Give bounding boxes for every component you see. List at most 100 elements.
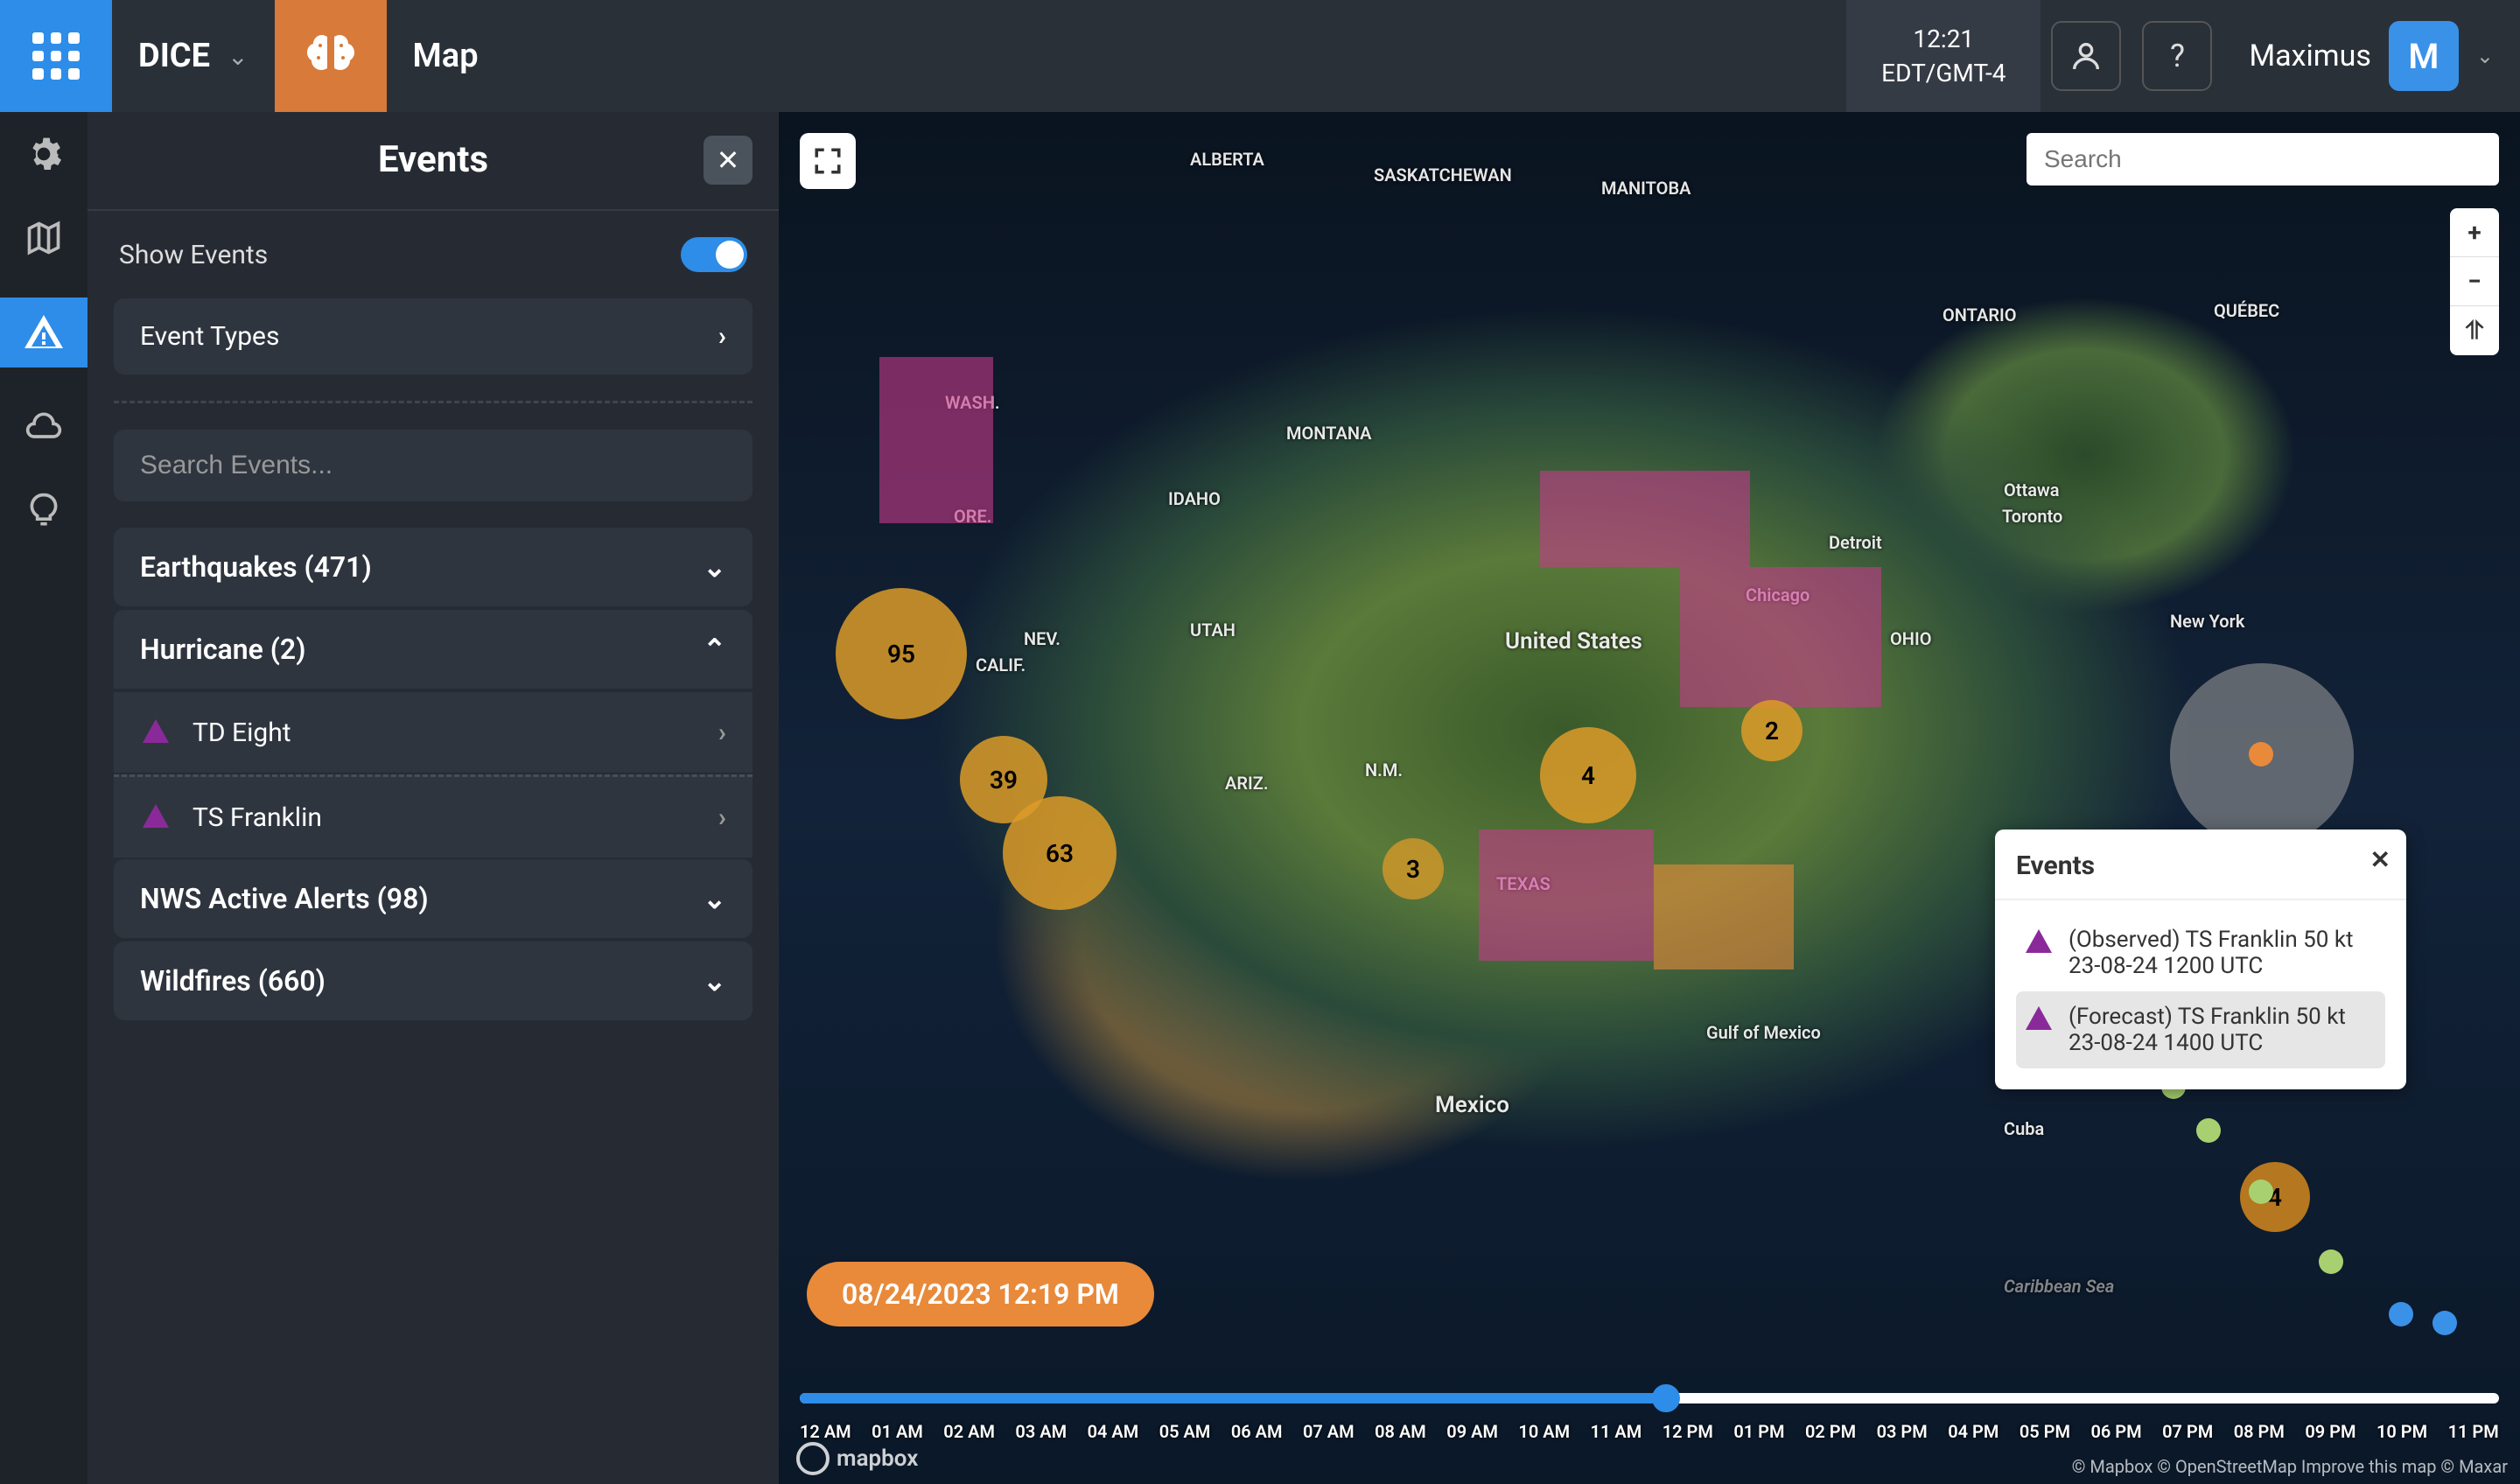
item-label: TD Eight bbox=[192, 718, 291, 748]
timeline-tick: 10 AM bbox=[1518, 1421, 1570, 1442]
close-icon: ✕ bbox=[2370, 845, 2390, 874]
brain-icon bbox=[303, 28, 359, 84]
timeline-ticks: 12 AM01 AM02 AM03 AM04 AM05 AM06 AM07 AM… bbox=[800, 1421, 2499, 1442]
mapbox-logo: mapbox bbox=[796, 1442, 918, 1475]
show-events-toggle[interactable] bbox=[681, 237, 747, 272]
map-search-box[interactable] bbox=[2026, 133, 2499, 186]
timeline-tick: 05 PM bbox=[2020, 1421, 2070, 1442]
popup-event-observed[interactable]: (Observed) TS Franklin 50 kt 23-08-24 12… bbox=[2016, 914, 2385, 991]
app-launcher-button[interactable] bbox=[0, 0, 112, 112]
map-label: United States bbox=[1505, 628, 1642, 654]
timeline-tick: 05 AM bbox=[1159, 1421, 1211, 1442]
close-panel-button[interactable]: ✕ bbox=[704, 136, 752, 185]
zoom-in-button[interactable]: + bbox=[2450, 208, 2499, 257]
cluster-marker[interactable]: 4 bbox=[1540, 727, 1636, 823]
map-icon bbox=[24, 219, 63, 257]
timeline-tick: 02 AM bbox=[943, 1421, 995, 1442]
map-label: QUÉBEC bbox=[2214, 300, 2279, 321]
timeline-tick: 09 AM bbox=[1446, 1421, 1498, 1442]
map-label: Detroit bbox=[1829, 532, 1882, 553]
timeline-handle[interactable] bbox=[1652, 1384, 1680, 1412]
hurricane-icon bbox=[2023, 927, 2054, 958]
timeline-track[interactable] bbox=[800, 1393, 2499, 1404]
cluster-marker[interactable]: 3 bbox=[1382, 838, 1444, 900]
cluster-marker[interactable]: 63 bbox=[1003, 796, 1116, 910]
map-label: UTAH bbox=[1190, 620, 1236, 640]
brain-tile[interactable] bbox=[275, 0, 387, 112]
timeline-tick: 06 PM bbox=[2090, 1421, 2141, 1442]
hurricane-icon bbox=[2023, 1004, 2054, 1035]
map-label: MONTANA bbox=[1286, 423, 1372, 444]
map-label: CALIF. bbox=[976, 654, 1026, 676]
storm-track-point bbox=[2319, 1250, 2343, 1274]
storm-track-point bbox=[2196, 1118, 2221, 1143]
timeline-tick: 09 PM bbox=[2305, 1421, 2356, 1442]
timeline-tick: 08 AM bbox=[1375, 1421, 1426, 1442]
timeline-tick: 08 PM bbox=[2234, 1421, 2285, 1442]
timeline-tick: 02 PM bbox=[1805, 1421, 1856, 1442]
search-events-input[interactable] bbox=[140, 451, 726, 480]
events-panel: Events ✕ Show Events Event Types › Earth… bbox=[88, 112, 779, 1484]
timeline-fill bbox=[800, 1393, 1666, 1404]
zoom-out-button[interactable]: − bbox=[2450, 257, 2499, 306]
compass-icon: ⥣ bbox=[2466, 316, 2483, 346]
popup-close-button[interactable]: ✕ bbox=[2370, 845, 2390, 874]
hurricane-icon bbox=[140, 802, 172, 833]
map-label: N.M. bbox=[1365, 760, 1403, 780]
alert-region bbox=[1479, 830, 1654, 961]
map-label: MANITOBA bbox=[1601, 178, 1691, 199]
plus-icon: + bbox=[2468, 218, 2481, 247]
user-menu[interactable]: Maximus M ⌄ bbox=[2222, 21, 2520, 91]
clock-display: 12:21 EDT/GMT-4 bbox=[1846, 0, 2040, 112]
map-attribution: © Mapbox © OpenStreetMap Improve this ma… bbox=[2072, 1456, 2508, 1477]
reset-north-button[interactable]: ⥣ bbox=[2450, 306, 2499, 355]
question-icon: ? bbox=[2170, 38, 2185, 74]
help-button[interactable]: ? bbox=[2142, 21, 2212, 91]
chevron-right-icon: › bbox=[718, 321, 726, 352]
show-events-label: Show Events bbox=[119, 240, 268, 270]
hurricane-item-td-eight[interactable]: TD Eight › bbox=[114, 692, 752, 773]
popup-event-text: (Forecast) TS Franklin 50 kt 23-08-24 14… bbox=[2068, 1004, 2378, 1056]
hurricane-icon bbox=[140, 717, 172, 748]
item-label: TS Franklin bbox=[192, 802, 322, 833]
timeline-current-badge: 08/24/2023 12:19 PM bbox=[807, 1262, 1154, 1326]
map-label: ALBERTA bbox=[1190, 149, 1264, 170]
category-label: Hurricane (2) bbox=[140, 633, 305, 666]
search-events-box[interactable] bbox=[114, 430, 752, 501]
timeline-tick: 12 PM bbox=[1662, 1421, 1713, 1442]
rail-item-cloud[interactable] bbox=[19, 402, 68, 452]
map-label: ONTARIO bbox=[1942, 304, 2017, 326]
rail-item-bulb[interactable] bbox=[19, 486, 68, 536]
rail-item-alerts[interactable] bbox=[0, 298, 88, 368]
storm-position[interactable] bbox=[2249, 742, 2273, 766]
rail-item-map[interactable] bbox=[19, 214, 68, 262]
category-earthquakes[interactable]: Earthquakes (471) ⌄ bbox=[114, 528, 752, 606]
hurricane-item-ts-franklin[interactable]: TS Franklin › bbox=[114, 777, 752, 858]
map-search-input[interactable] bbox=[2044, 133, 2482, 186]
fullscreen-button[interactable] bbox=[800, 133, 856, 189]
chevron-down-icon: ⌄ bbox=[2476, 44, 2494, 68]
alert-triangle-icon bbox=[23, 312, 65, 354]
category-hurricane[interactable]: Hurricane (2) ⌃ bbox=[114, 610, 752, 689]
map-label: Toronto bbox=[2002, 506, 2062, 527]
rail-item-settings[interactable] bbox=[19, 130, 68, 178]
category-nws-alerts[interactable]: NWS Active Alerts (98) ⌄ bbox=[114, 859, 752, 938]
event-types-label: Event Types bbox=[140, 321, 279, 352]
chevron-down-icon: ⌄ bbox=[703, 964, 726, 998]
timeline-tick: 01 AM bbox=[872, 1421, 923, 1442]
timeline-tick: 01 PM bbox=[1733, 1421, 1784, 1442]
brand-selector[interactable]: DICE ⌄ bbox=[112, 37, 275, 75]
brand-name: DICE bbox=[138, 37, 210, 75]
cloud-icon bbox=[24, 408, 63, 446]
profile-button[interactable] bbox=[2051, 21, 2121, 91]
category-wildfires[interactable]: Wildfires (660) ⌄ bbox=[114, 942, 752, 1020]
map-canvas[interactable]: United States Mexico ALBERTA SASKATCHEWA… bbox=[779, 112, 2520, 1484]
chevron-right-icon: › bbox=[718, 718, 726, 748]
timeline-tick: 07 PM bbox=[2162, 1421, 2213, 1442]
cluster-marker[interactable]: 95 bbox=[836, 588, 967, 719]
cluster-marker[interactable]: 2 bbox=[1741, 700, 1802, 761]
map-label: New York bbox=[2170, 611, 2244, 632]
event-types-button[interactable]: Event Types › bbox=[114, 298, 752, 374]
popup-event-forecast[interactable]: (Forecast) TS Franklin 50 kt 23-08-24 14… bbox=[2016, 991, 2385, 1068]
category-label: Wildfires (660) bbox=[140, 964, 326, 998]
